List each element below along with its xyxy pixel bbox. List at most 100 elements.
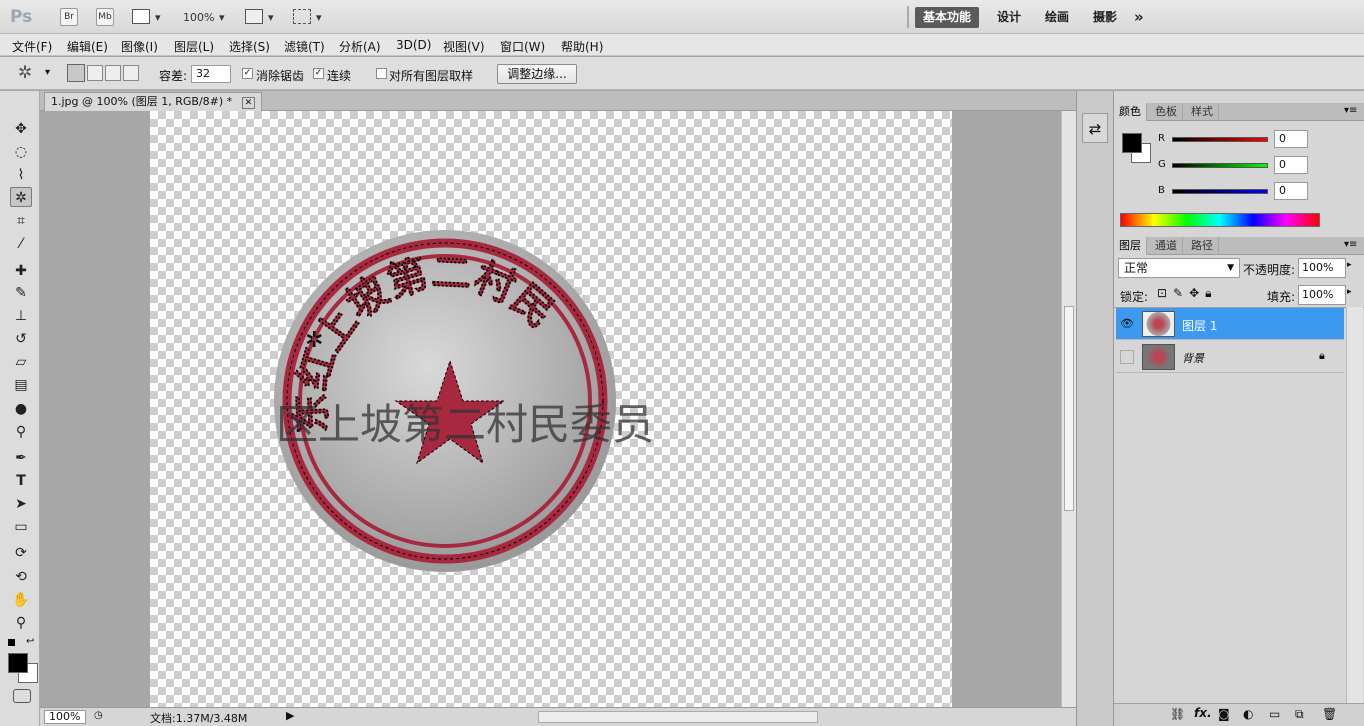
history-panel-icon[interactable]: ⇄ — [1082, 113, 1108, 143]
panel-menu-icon[interactable]: ▾≡ — [1344, 105, 1357, 116]
new-group-icon[interactable]: ▭ — [1269, 707, 1280, 721]
tab-layers[interactable]: 图层 — [1114, 237, 1147, 255]
opacity-arrow-icon[interactable]: ▸ — [1347, 260, 1352, 270]
fill-input[interactable]: 100% — [1298, 285, 1346, 305]
link-layers-icon[interactable]: ⛓︎ — [1170, 707, 1185, 721]
horizontal-scroll-thumb[interactable] — [538, 711, 818, 723]
fill-arrow-icon[interactable]: ▸ — [1347, 287, 1352, 297]
clone-stamp-tool-icon[interactable]: ⊥ — [10, 306, 32, 326]
hand-tool-icon[interactable]: ✋ — [10, 590, 32, 610]
menu-select[interactable]: 选择(S) — [229, 38, 270, 55]
arrange-documents-icon[interactable] — [245, 9, 263, 24]
menu-view[interactable]: 视图(V) — [443, 38, 485, 55]
healing-brush-tool-icon[interactable]: ✚ — [10, 261, 32, 281]
tab-channels[interactable]: 通道 — [1150, 237, 1183, 255]
swap-colors-icon[interactable]: ↩ — [26, 636, 34, 647]
layer-row[interactable]: 👁︎ 图层 1 — [1116, 308, 1344, 340]
tab-styles[interactable]: 样式 — [1186, 103, 1219, 121]
layers-menu-icon[interactable]: ▾≡ — [1344, 239, 1357, 250]
menu-edit[interactable]: 编辑(E) — [67, 38, 108, 55]
tab-color[interactable]: 颜色 — [1114, 103, 1147, 121]
menu-analysis[interactable]: 分析(A) — [339, 38, 381, 55]
layers-scrollbar[interactable] — [1346, 307, 1363, 707]
type-tool-icon[interactable]: T — [10, 471, 32, 491]
color-fg-swatch[interactable] — [1122, 133, 1142, 153]
add-to-selection-icon[interactable] — [87, 65, 103, 81]
delete-layer-icon[interactable]: 🗑︎ — [1322, 707, 1337, 721]
status-menu-icon[interactable]: ▶ — [286, 709, 294, 722]
color-spectrum-ramp[interactable] — [1120, 213, 1320, 227]
tab-paths[interactable]: 路径 — [1186, 237, 1219, 255]
status-zoom[interactable]: 100% — [44, 710, 86, 724]
bridge-button[interactable]: Br — [60, 8, 78, 26]
menu-filter[interactable]: 滤镜(T) — [284, 38, 325, 55]
rectangle-tool-icon[interactable]: ▭ — [10, 517, 32, 537]
zoom-chevron-icon[interactable]: ▾ — [219, 11, 225, 24]
zoom-level[interactable]: 100% — [183, 11, 214, 24]
view-extras-chevron-icon[interactable]: ▾ — [155, 11, 161, 24]
magic-wand-tool-icon[interactable]: ✲ — [10, 187, 32, 207]
intersect-selection-icon[interactable] — [123, 65, 139, 81]
gradient-tool-icon[interactable]: ▤ — [10, 375, 32, 395]
visibility-toggle[interactable] — [1120, 350, 1134, 364]
r-value[interactable]: 0 — [1274, 130, 1308, 148]
view-extras-icon[interactable] — [132, 9, 150, 24]
layer-name[interactable]: 图层 1 — [1182, 317, 1217, 334]
menu-window[interactable]: 窗口(W) — [500, 38, 545, 55]
preset-chevron-icon[interactable]: ▾ — [45, 67, 50, 78]
layer-name[interactable]: 背景 — [1182, 350, 1204, 366]
add-mask-icon[interactable]: ◙ — [1218, 707, 1230, 721]
blur-tool-icon[interactable]: ● — [10, 399, 32, 419]
menu-3d[interactable]: 3D(D) — [396, 38, 431, 52]
crop-tool-icon[interactable]: ⌗ — [10, 211, 32, 231]
workspace-photography[interactable]: 摄影 — [1085, 7, 1125, 28]
zoom-tool-icon[interactable]: ⚲ — [10, 613, 32, 633]
document-canvas[interactable]: 东红上坡第二村民 区上坡第二村民委员 ✲ — [150, 111, 952, 707]
more-workspaces-icon[interactable]: » — [1126, 7, 1152, 28]
layer-row[interactable]: 背景 🔒︎ — [1116, 341, 1344, 373]
g-value[interactable]: 0 — [1274, 156, 1308, 174]
r-slider[interactable] — [1172, 137, 1268, 142]
g-slider[interactable] — [1172, 163, 1268, 168]
eyedropper-tool-icon[interactable]: ⁄ — [10, 234, 32, 254]
lasso-tool-icon[interactable]: ⌇ — [10, 165, 32, 185]
move-tool-icon[interactable]: ✥ — [10, 119, 32, 139]
foreground-color-swatch[interactable] — [8, 653, 28, 673]
workspace-design[interactable]: 设计 — [989, 7, 1029, 28]
eye-icon[interactable]: 👁︎ — [1120, 317, 1134, 330]
vertical-scroll-thumb[interactable] — [1064, 306, 1074, 511]
opacity-input[interactable]: 100% — [1298, 258, 1346, 278]
dodge-tool-icon[interactable]: ⚲ — [10, 422, 32, 442]
sample-all-layers-checkbox[interactable] — [376, 68, 387, 79]
vertical-scrollbar[interactable] — [1061, 111, 1076, 707]
new-layer-icon[interactable]: ⧉ — [1295, 707, 1304, 722]
path-selection-tool-icon[interactable]: ➤ — [10, 494, 32, 514]
document-tab[interactable]: 1.jpg @ 100% (图层 1, RGB/8#) * ✕ — [44, 92, 263, 111]
workspace-essentials[interactable]: 基本功能 — [915, 7, 980, 28]
fx-icon[interactable]: fx. — [1194, 706, 1212, 720]
lock-icons[interactable]: ⊡✎✥🔒︎ — [1157, 286, 1218, 301]
magic-wand-preset-icon[interactable]: ✲ — [18, 63, 32, 83]
quick-mask-icon[interactable] — [13, 689, 31, 703]
adjustment-layer-icon[interactable]: ◐ — [1243, 707, 1253, 721]
b-value[interactable]: 0 — [1274, 182, 1308, 200]
screen-mode-icon[interactable] — [293, 9, 311, 24]
refine-edge-button[interactable]: 调整边缘... — [497, 64, 577, 84]
tolerance-input[interactable]: 32 — [191, 65, 231, 83]
workspace-painting[interactable]: 绘画 — [1037, 7, 1077, 28]
contiguous-checkbox[interactable]: ✓ — [313, 68, 324, 79]
history-brush-tool-icon[interactable]: ↺ — [10, 329, 32, 349]
mini-bridge-button[interactable]: Mb — [96, 8, 114, 26]
menu-file[interactable]: 文件(F) — [12, 38, 52, 55]
marquee-tool-icon[interactable]: ◌ — [10, 142, 32, 162]
eraser-tool-icon[interactable]: ▱ — [10, 352, 32, 372]
close-icon[interactable]: ✕ — [241, 97, 256, 109]
tab-swatches[interactable]: 色板 — [1150, 103, 1183, 121]
menu-image[interactable]: 图像(I) — [121, 38, 158, 55]
default-colors-icon[interactable] — [8, 639, 15, 646]
3d-rotate-tool-icon[interactable]: ⟳ — [10, 543, 32, 563]
status-preview-icon[interactable]: ◷ — [94, 710, 103, 721]
menu-layer[interactable]: 图层(L) — [174, 38, 214, 55]
screen-mode-chevron-icon[interactable]: ▾ — [316, 11, 322, 24]
b-slider[interactable] — [1172, 189, 1268, 194]
